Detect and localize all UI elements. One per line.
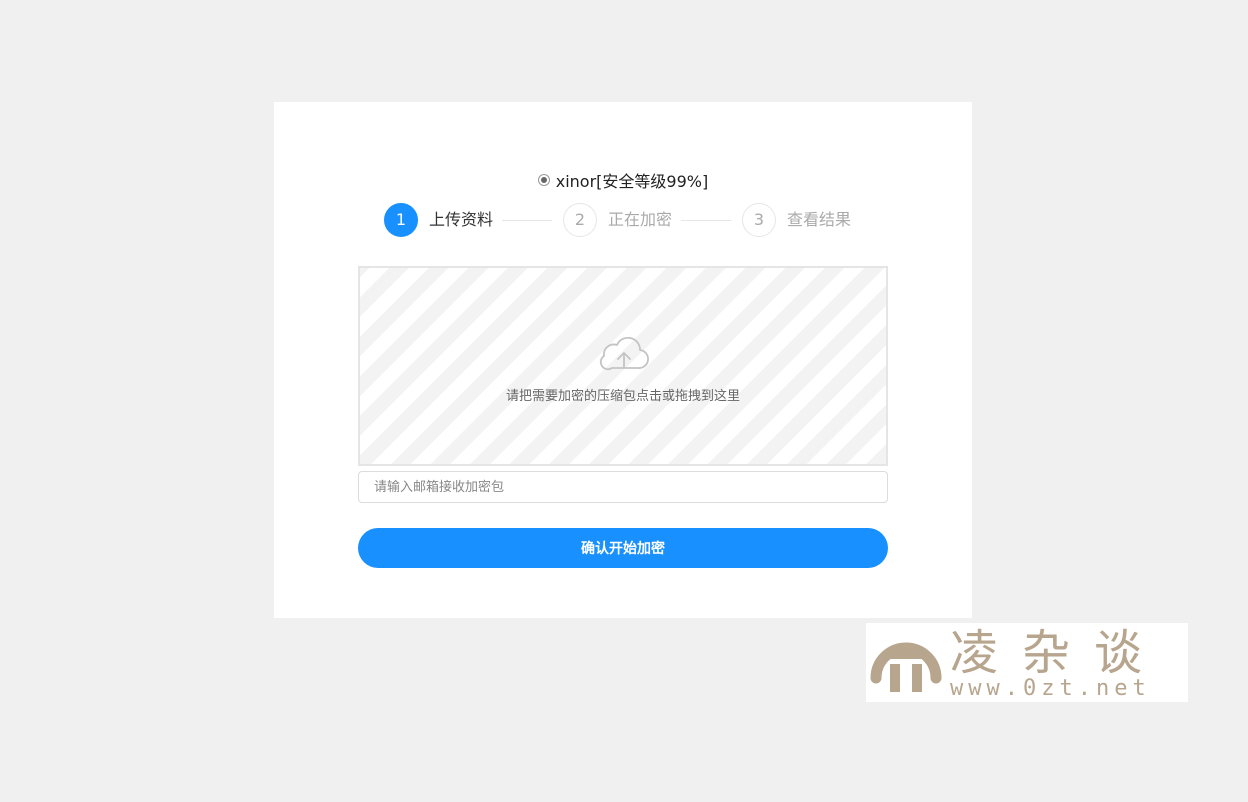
- step-connector: [681, 220, 731, 221]
- start-encrypt-button[interactable]: 确认开始加密: [358, 528, 888, 568]
- watermark: 凌杂谈 www.0zt.net: [866, 623, 1188, 702]
- encrypt-panel: xinor[安全等级99%] 1 上传资料 2 正在加密 3 查看结果 请把需要…: [274, 102, 972, 618]
- algorithm-radio[interactable]: [537, 174, 550, 186]
- cloud-upload-icon: [599, 336, 649, 371]
- watermark-url: www.0zt.net: [950, 676, 1151, 701]
- watermark-logo: [870, 642, 942, 692]
- watermark-title: 凌杂谈: [950, 625, 1167, 681]
- algorithm-option[interactable]: xinor[安全等级99%]: [274, 168, 972, 192]
- upload-dropzone[interactable]: 请把需要加密的压缩包点击或拖拽到这里: [358, 266, 888, 466]
- email-input[interactable]: [358, 471, 888, 503]
- step-number: 2: [563, 203, 597, 237]
- step-number: 1: [384, 203, 418, 237]
- step-label: 上传资料: [429, 210, 494, 229]
- step-connector: [502, 220, 552, 221]
- step-label: 查看结果: [787, 210, 852, 229]
- upload-hint: 请把需要加密的压缩包点击或拖拽到这里: [505, 389, 740, 404]
- algorithm-label: xinor[安全等级99%]: [555, 172, 709, 191]
- step-label: 正在加密: [608, 210, 673, 229]
- step-number: 3: [742, 203, 776, 237]
